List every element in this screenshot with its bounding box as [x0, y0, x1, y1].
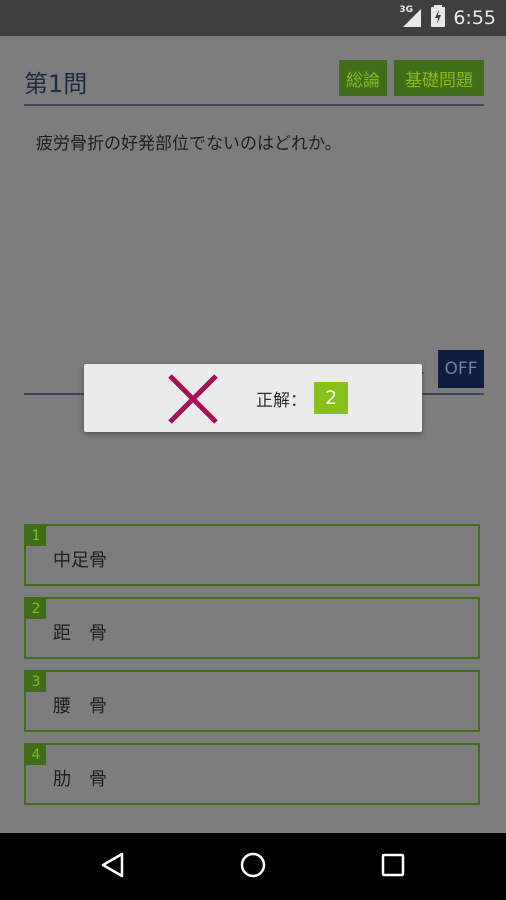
option-3[interactable]: 3 腰 骨 — [24, 670, 480, 732]
option-text: 肋 骨 — [53, 769, 107, 790]
shuffle-toggle[interactable]: OFF — [438, 350, 484, 388]
home-button[interactable] — [213, 833, 293, 900]
question-text: 疲労骨折の好発部位でないのはどれか。 — [36, 134, 342, 154]
cross-icon — [166, 372, 220, 430]
quiz-screen: 第1問 総論 基礎問題 疲労骨折の好発部位でないのはどれか。 シャッフル OFF… — [0, 36, 506, 833]
page-title: 第1問 — [24, 70, 88, 98]
status-bar: 3G 6:55 — [0, 0, 506, 36]
network-type-label: 3G — [399, 5, 413, 15]
option-4[interactable]: 4 肋 骨 — [24, 743, 480, 805]
correct-answer-badge: 2 — [314, 382, 348, 414]
battery-icon — [431, 5, 446, 31]
recents-icon — [381, 853, 405, 881]
clock: 6:55 — [453, 7, 496, 29]
answer-label: 正解： — [256, 391, 307, 411]
home-icon — [239, 851, 267, 883]
category-tag: 総論 — [339, 60, 387, 96]
option-1[interactable]: 1 中足骨 — [24, 524, 480, 586]
option-number: 4 — [26, 745, 46, 765]
option-number: 1 — [26, 526, 46, 546]
cell-signal-icon: 3G — [399, 5, 423, 29]
option-text: 腰 骨 — [53, 696, 107, 717]
option-number: 2 — [26, 599, 46, 619]
level-tag: 基礎問題 — [394, 60, 484, 96]
option-number: 3 — [26, 672, 46, 692]
option-text: 中足骨 — [53, 550, 107, 571]
status-icons: 3G 6:55 — [399, 0, 496, 36]
result-dialog[interactable]: 正解： 2 — [84, 364, 422, 432]
option-text: 距 骨 — [53, 623, 107, 644]
navigation-bar — [0, 833, 506, 900]
back-button[interactable] — [73, 833, 153, 900]
header-divider — [24, 104, 484, 106]
recents-button[interactable] — [353, 833, 433, 900]
back-icon — [100, 851, 126, 883]
option-2[interactable]: 2 距 骨 — [24, 597, 480, 659]
